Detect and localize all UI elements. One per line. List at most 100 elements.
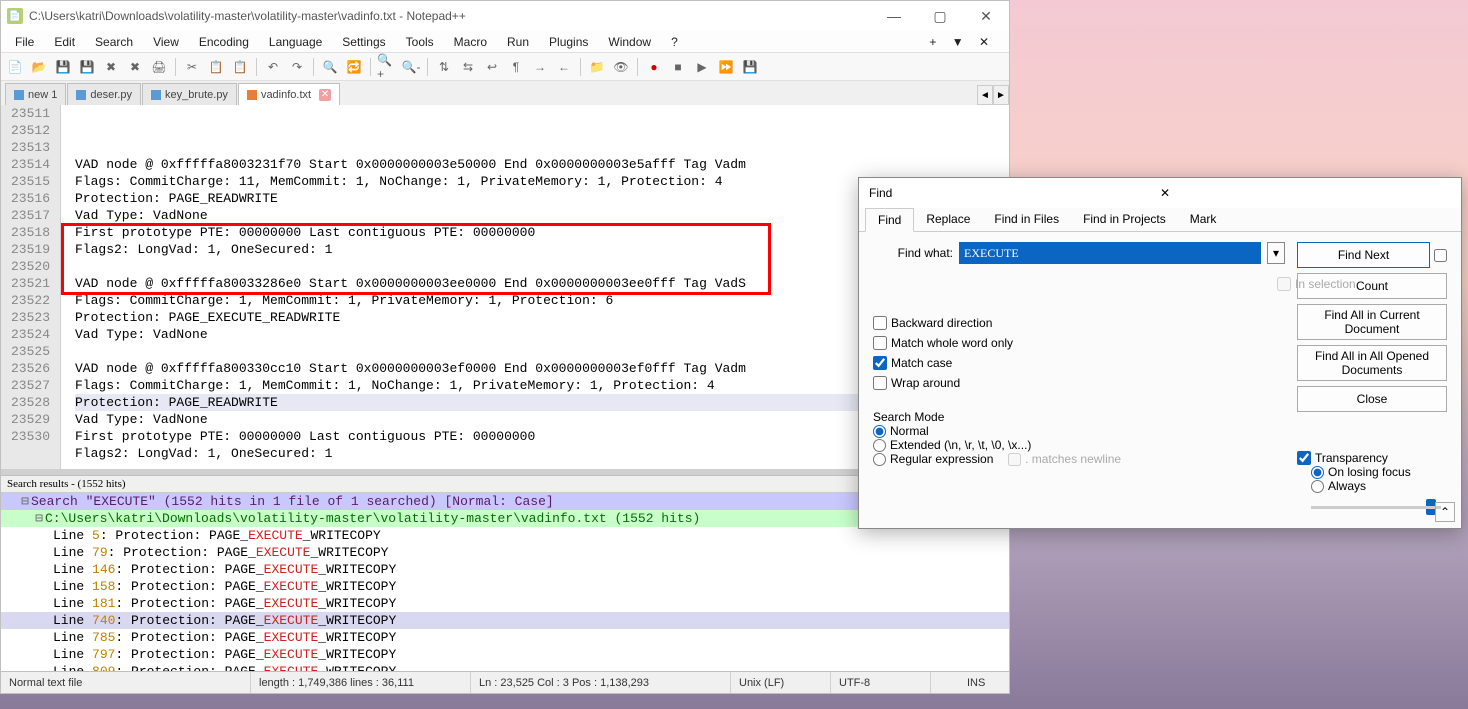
- find-tab-mark[interactable]: Mark: [1178, 208, 1229, 231]
- statusbar: Normal text file length : 1,749,386 line…: [1, 671, 1009, 693]
- tab-key-brute-py[interactable]: key_brute.py: [142, 83, 237, 105]
- open-file-icon[interactable]: 📂: [29, 57, 49, 77]
- show-all-icon[interactable]: ¶: [506, 57, 526, 77]
- tab-close-icon[interactable]: ✕: [319, 89, 331, 101]
- maximize-button[interactable]: ▢: [917, 1, 963, 31]
- search-mode-regex-radio[interactable]: [873, 453, 886, 466]
- cut-icon[interactable]: ✂: [182, 57, 202, 77]
- find-all-current-button[interactable]: Find All in Current Document: [1297, 304, 1447, 340]
- close-all-icon[interactable]: ✖: [125, 57, 145, 77]
- status-eol: Unix (LF): [731, 672, 831, 693]
- find-what-input[interactable]: [959, 242, 1261, 264]
- menubar: File Edit Search View Encoding Language …: [1, 31, 1009, 53]
- plus-icon[interactable]: +: [923, 33, 942, 51]
- find-next-button[interactable]: Find Next: [1297, 242, 1430, 268]
- window-title: C:\Users\katri\Downloads\volatility-mast…: [29, 9, 871, 23]
- find-tab-find-in-files[interactable]: Find in Files: [982, 208, 1071, 231]
- tab-scroll-left-icon[interactable]: ◄: [977, 85, 993, 105]
- menu-window[interactable]: Window: [598, 33, 661, 51]
- replace-icon[interactable]: 🔁: [344, 57, 364, 77]
- save-icon[interactable]: 💾: [53, 57, 73, 77]
- indent-icon[interactable]: →: [530, 57, 550, 77]
- match-whole-word-checkbox[interactable]: [873, 336, 887, 350]
- paste-icon[interactable]: 📋: [230, 57, 250, 77]
- menu-run[interactable]: Run: [497, 33, 539, 51]
- close-icon[interactable]: ✖: [101, 57, 121, 77]
- menu-edit[interactable]: Edit: [44, 33, 85, 51]
- tab-vadinfo-txt[interactable]: vadinfo.txt✕: [238, 83, 340, 105]
- transparency-checkbox[interactable]: [1297, 451, 1311, 465]
- save-macro-icon[interactable]: 💾: [740, 57, 760, 77]
- search-result-row[interactable]: Line 146: Protection: PAGE_EXECUTE_WRITE…: [1, 561, 1009, 578]
- close-doc-icon[interactable]: ✕: [973, 33, 995, 51]
- menu-tools[interactable]: Tools: [396, 33, 444, 51]
- sync-v-icon[interactable]: ⇅: [434, 57, 454, 77]
- search-result-row[interactable]: Line 79: Protection: PAGE_EXECUTE_WRITEC…: [1, 544, 1009, 561]
- menu-plugins[interactable]: Plugins: [539, 33, 598, 51]
- find-tab-replace[interactable]: Replace: [914, 208, 982, 231]
- undo-icon[interactable]: ↶: [263, 57, 283, 77]
- zoom-in-icon[interactable]: 🔍+: [377, 57, 397, 77]
- tab-scroll-right-icon[interactable]: ►: [993, 85, 1009, 105]
- find-tab-find[interactable]: Find: [865, 208, 914, 232]
- titlebar: 📄 C:\Users\katri\Downloads\volatility-ma…: [1, 1, 1009, 31]
- tab-deser-py[interactable]: deser.py: [67, 83, 141, 105]
- search-result-row[interactable]: Line 809: Protection: PAGE_EXECUTE_WRITE…: [1, 663, 1009, 671]
- monitor-icon[interactable]: 👁: [611, 57, 631, 77]
- find-dialog-close-icon[interactable]: ✕: [1160, 186, 1451, 200]
- search-result-row[interactable]: Line 181: Protection: PAGE_EXECUTE_WRITE…: [1, 595, 1009, 612]
- transparency-always-radio[interactable]: [1311, 480, 1324, 493]
- find-dialog-expand-toggle[interactable]: ⌃: [1435, 502, 1455, 522]
- dropdown-icon[interactable]: ▼: [946, 33, 970, 51]
- document-tabs: new 1 deser.py key_brute.py vadinfo.txt✕…: [1, 81, 1009, 105]
- sync-h-icon[interactable]: ⇆: [458, 57, 478, 77]
- status-length: length : 1,749,386 lines : 36,111: [251, 672, 471, 693]
- search-result-row[interactable]: Line 5: Protection: PAGE_EXECUTE_WRITECO…: [1, 527, 1009, 544]
- close-button[interactable]: ✕: [963, 1, 1009, 31]
- find-dialog-titlebar: Find ✕: [859, 178, 1461, 208]
- search-result-row[interactable]: Line 158: Protection: PAGE_EXECUTE_WRITE…: [1, 578, 1009, 595]
- find-icon[interactable]: 🔍: [320, 57, 340, 77]
- menu-file[interactable]: File: [5, 33, 44, 51]
- folder-icon[interactable]: 📁: [587, 57, 607, 77]
- search-mode-normal-radio[interactable]: [873, 425, 886, 438]
- tab-new-1[interactable]: new 1: [5, 83, 66, 105]
- find-tab-find-in-projects[interactable]: Find in Projects: [1071, 208, 1178, 231]
- menubar-extra: + ▼ ✕: [913, 33, 1005, 51]
- match-case-checkbox[interactable]: [873, 356, 887, 370]
- play-icon[interactable]: ▶: [692, 57, 712, 77]
- backward-direction-checkbox[interactable]: [873, 316, 887, 330]
- redo-icon[interactable]: ↷: [287, 57, 307, 77]
- menu-settings[interactable]: Settings: [332, 33, 395, 51]
- search-mode-extended-radio[interactable]: [873, 439, 886, 452]
- menu-search[interactable]: Search: [85, 33, 143, 51]
- menu-encoding[interactable]: Encoding: [189, 33, 259, 51]
- find-what-dropdown-icon[interactable]: ▾: [1267, 242, 1285, 264]
- menu-language[interactable]: Language: [259, 33, 332, 51]
- menu-view[interactable]: View: [143, 33, 189, 51]
- find-close-button[interactable]: Close: [1297, 386, 1447, 412]
- outdent-icon[interactable]: ←: [554, 57, 574, 77]
- status-filetype: Normal text file: [1, 672, 251, 693]
- record-icon[interactable]: ●: [644, 57, 664, 77]
- print-icon[interactable]: 🖨: [149, 57, 169, 77]
- transparency-slider[interactable]: [1311, 499, 1447, 518]
- copy-icon[interactable]: 📋: [206, 57, 226, 77]
- menu-help[interactable]: ?: [661, 33, 688, 51]
- menu-macro[interactable]: Macro: [444, 33, 497, 51]
- search-result-row[interactable]: Line 797: Protection: PAGE_EXECUTE_WRITE…: [1, 646, 1009, 663]
- zoom-out-icon[interactable]: 🔍-: [401, 57, 421, 77]
- play-multi-icon[interactable]: ⏩: [716, 57, 736, 77]
- search-result-row[interactable]: Line 740: Protection: PAGE_EXECUTE_WRITE…: [1, 612, 1009, 629]
- transparency-on-losing-focus-radio[interactable]: [1311, 466, 1324, 479]
- save-all-icon[interactable]: 💾: [77, 57, 97, 77]
- wrap-icon[interactable]: ↩: [482, 57, 502, 77]
- search-result-row[interactable]: Line 785: Protection: PAGE_EXECUTE_WRITE…: [1, 629, 1009, 646]
- find-all-opened-button[interactable]: Find All in All Opened Documents: [1297, 345, 1447, 381]
- code-line[interactable]: VAD node @ 0xfffffa8003231f70 Start 0x00…: [75, 156, 1009, 173]
- stop-icon[interactable]: ■: [668, 57, 688, 77]
- new-file-icon[interactable]: 📄: [5, 57, 25, 77]
- minimize-button[interactable]: —: [871, 1, 917, 31]
- find-next-direction-checkbox[interactable]: [1434, 249, 1447, 262]
- wrap-around-checkbox[interactable]: [873, 376, 887, 390]
